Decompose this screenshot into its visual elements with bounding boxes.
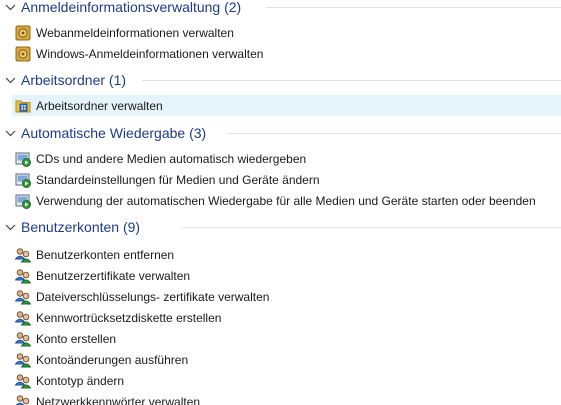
work-folders-icon xyxy=(15,98,31,114)
item-label: Netzwerkkennwörter verwalten xyxy=(36,395,201,405)
list-item[interactable]: Verwendung der automatischen Wiedergabe … xyxy=(12,190,536,211)
list-item[interactable]: Standardeinstellungen für Medien und Ger… xyxy=(12,169,320,190)
user-accounts-icon xyxy=(14,268,32,284)
group-title: Automatische Wiedergabe (3) xyxy=(21,125,207,141)
list-item[interactable]: Benutzerkonten entfernen xyxy=(12,244,174,265)
chevron-down-icon xyxy=(4,127,16,139)
group-title: Benutzerkonten (9) xyxy=(21,219,141,235)
item-label: Standardeinstellungen für Medien und Ger… xyxy=(36,173,320,187)
item-label: Webanmeldeinformationen verwalten xyxy=(36,26,234,40)
user-accounts-icon xyxy=(14,352,32,368)
item-label: CDs und andere Medien automatisch wieder… xyxy=(36,152,307,166)
group-divider xyxy=(266,7,561,8)
list-item[interactable]: Windows-Anmeldeinformationen verwalten xyxy=(12,43,263,64)
item-label: Windows-Anmeldeinformationen verwalten xyxy=(36,47,264,61)
chevron-down-icon xyxy=(4,1,16,13)
group-header-automatische-wiedergabe[interactable]: Automatische Wiedergabe (3) xyxy=(0,123,206,143)
list-item[interactable]: Arbeitsordner verwalten xyxy=(12,95,561,116)
list-item[interactable]: Netzwerkkennwörter verwalten xyxy=(12,391,200,405)
group-title: Arbeitsordner (1) xyxy=(21,72,127,88)
group-divider xyxy=(181,227,561,228)
item-label: Kennwortrücksetzdiskette erstellen xyxy=(36,311,222,325)
item-label: Benutzerkonten entfernen xyxy=(36,248,175,262)
credential-vault-icon xyxy=(15,46,31,62)
list-item[interactable]: Kennwortrücksetzdiskette erstellen xyxy=(12,307,221,328)
list-item[interactable]: Kontoänderungen ausführen xyxy=(12,349,188,370)
autoplay-icon xyxy=(15,172,31,188)
item-label: Kontoänderungen ausführen xyxy=(36,353,189,367)
group-divider xyxy=(142,80,561,81)
list-item[interactable]: CDs und andere Medien automatisch wieder… xyxy=(12,148,306,169)
group-divider xyxy=(228,133,561,134)
group-header-benutzerkonten[interactable]: Benutzerkonten (9) xyxy=(0,217,140,237)
list-item[interactable]: Konto erstellen xyxy=(12,328,116,349)
user-accounts-icon xyxy=(14,331,32,347)
item-label: Verwendung der automatischen Wiedergabe … xyxy=(36,194,536,208)
user-accounts-icon xyxy=(14,247,32,263)
item-label: Kontotyp ändern xyxy=(36,374,125,388)
user-accounts-icon xyxy=(15,394,31,405)
list-item[interactable]: Dateiverschlüsselungs- zertifikate verwa… xyxy=(12,286,269,307)
list-item[interactable]: Webanmeldeinformationen verwalten xyxy=(12,22,234,43)
item-label: Benutzerzertifikate verwalten xyxy=(36,269,191,283)
user-accounts-icon xyxy=(14,310,32,326)
item-label: Konto erstellen xyxy=(36,332,117,346)
control-panel-search-results: Anmeldeinformationsverwaltung (2) Webanm… xyxy=(0,0,561,405)
user-accounts-icon xyxy=(14,289,32,305)
autoplay-icon xyxy=(15,151,31,167)
item-label: Dateiverschlüsselungs- zertifikate verwa… xyxy=(36,290,270,304)
list-item[interactable]: Benutzerzertifikate verwalten xyxy=(12,265,190,286)
group-title: Anmeldeinformationsverwaltung (2) xyxy=(21,0,242,15)
chevron-down-icon xyxy=(4,74,16,86)
group-header-anmeldeinformationsverwaltung[interactable]: Anmeldeinformationsverwaltung (2) xyxy=(0,0,241,17)
group-header-arbeitsordner[interactable]: Arbeitsordner (1) xyxy=(0,70,126,90)
user-accounts-icon xyxy=(14,373,32,389)
credential-vault-icon xyxy=(15,25,31,41)
chevron-down-icon xyxy=(4,221,16,233)
item-label: Arbeitsordner verwalten xyxy=(36,99,163,113)
autoplay-icon xyxy=(15,193,31,209)
list-item[interactable]: Kontotyp ändern xyxy=(12,370,124,391)
